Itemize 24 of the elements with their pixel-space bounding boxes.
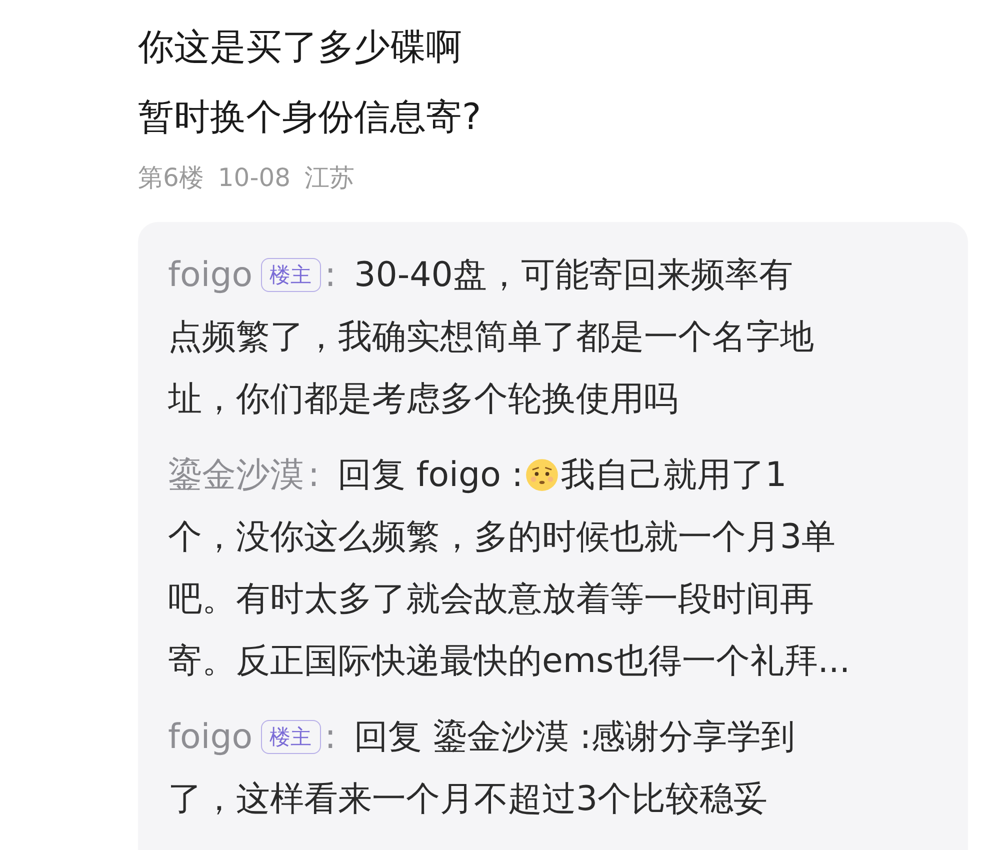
post-meta: 10-08: [218, 162, 291, 194]
colon-separator: :: [324, 254, 336, 297]
colon-separator: :: [324, 716, 336, 759]
reply-author[interactable]: foigo: [168, 706, 253, 768]
reply-text: 30-40盘，可能寄回来频率有: [354, 254, 793, 297]
reply-text: 了，这样看来一个月不超过3个比较稳妥: [168, 778, 768, 821]
reply-text: 个，没你这么频繁，多的时候也就一个月3单: [168, 516, 836, 559]
reply-text: 寄。反正国际快递最快的ems也得一个礼拜...: [168, 640, 850, 683]
op-badge: 楼主: [260, 720, 321, 754]
reply-author[interactable]: foigo: [168, 244, 253, 306]
reply-text: 我自己就用了1: [561, 454, 787, 497]
worried-face-icon: [525, 458, 560, 492]
post-text: 暂时换个身份信息寄?: [138, 96, 482, 140]
reply-text: 址，你们都是考虑多个轮换使用吗: [168, 378, 678, 421]
reply-text: 回复 foigo :: [337, 454, 524, 497]
post-meta: 江苏: [304, 162, 355, 194]
op-badge: 楼主: [260, 258, 321, 292]
reply-text: 回复 鎏金沙漠 :感谢分享学到: [354, 716, 796, 759]
reply-text: 点频繁了，我确实想简单了都是一个名字地: [168, 316, 814, 359]
reply-author[interactable]: 鎏金沙漠: [168, 444, 304, 506]
colon-separator: :: [308, 454, 320, 497]
reply-text: 吧。有时太多了就会故意放着等一段时间再: [168, 578, 814, 621]
post-text: 你这是买了多少碟啊: [138, 26, 463, 70]
post-meta: 第6楼: [138, 162, 204, 194]
